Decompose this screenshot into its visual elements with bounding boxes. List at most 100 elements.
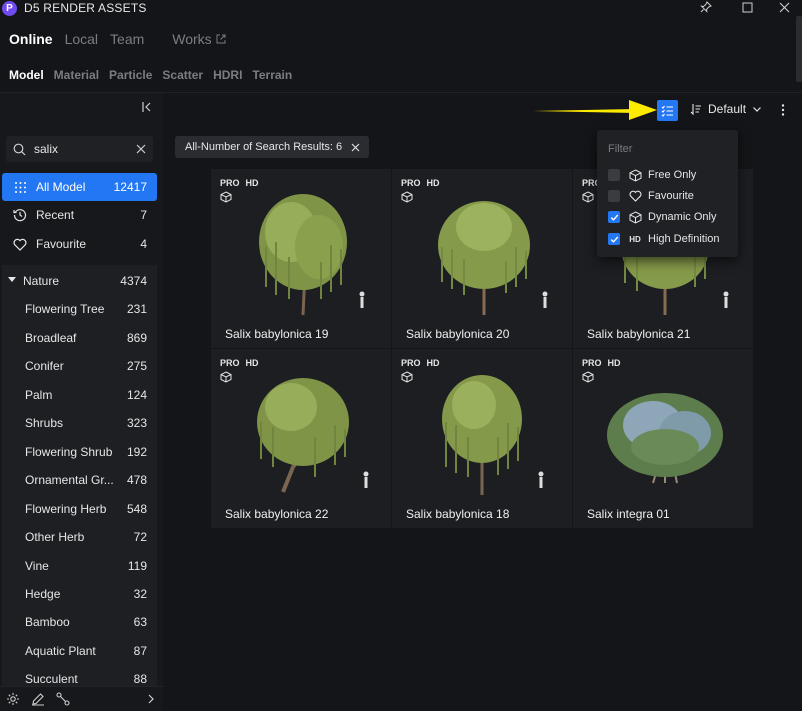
tab-terrain[interactable]: Terrain: [252, 68, 292, 82]
sort-label: Default: [708, 102, 747, 116]
window-scrollbar[interactable]: [796, 16, 802, 82]
collapse-sidebar-icon[interactable]: [140, 100, 154, 114]
tree-label: Aquatic Plant: [25, 644, 96, 658]
asset-name: Salix babylonica 22: [225, 507, 329, 521]
clock-history-icon: [13, 208, 27, 222]
tree-label: Vine: [25, 559, 49, 573]
grid-dots-icon: [13, 180, 27, 194]
nav-label: All Model: [36, 180, 86, 194]
edit-pen-icon[interactable]: [31, 692, 45, 706]
heart-icon: [13, 237, 27, 251]
tree-count: 72: [133, 530, 147, 544]
tree-count: 231: [126, 302, 147, 316]
tab-scatter[interactable]: Scatter: [162, 68, 203, 82]
willow-tree-thumbnail: [438, 201, 548, 315]
dynamic-cube-icon: [628, 210, 642, 224]
tree-count: 63: [133, 615, 147, 629]
tab-hdri[interactable]: HDRI: [213, 68, 242, 82]
tree-item[interactable]: Vine 119: [2, 552, 157, 580]
filter-option-high-definition[interactable]: HD High Definition: [608, 231, 720, 247]
tab-works-label: Works: [172, 31, 212, 47]
nav-count: 7: [140, 208, 147, 222]
nav-recent[interactable]: Recent 7: [2, 201, 157, 229]
tab-model[interactable]: Model: [9, 68, 44, 82]
sort-dropdown[interactable]: Default: [690, 102, 762, 116]
tree-label: Bamboo: [25, 615, 70, 629]
tab-particle[interactable]: Particle: [109, 68, 152, 82]
tree-item[interactable]: Palm 124: [2, 381, 157, 409]
filter-button[interactable]: [657, 100, 678, 121]
tree-item[interactable]: Ornamental Gr... 478: [2, 466, 157, 494]
sort-icon: [690, 104, 701, 115]
chevron-right-icon[interactable]: [144, 692, 158, 706]
tree-count: 119: [127, 559, 147, 573]
filter-option-label: Favourite: [648, 190, 694, 202]
maximize-icon[interactable]: [740, 0, 754, 14]
nav-label: Recent: [36, 208, 75, 222]
tab-team[interactable]: Team: [110, 31, 144, 47]
willow-tree-thumbnail: [442, 375, 544, 495]
close-icon[interactable]: [351, 143, 360, 152]
checkbox[interactable]: [608, 190, 620, 202]
filter-option-favourite[interactable]: Favourite: [608, 188, 694, 204]
filter-menu: Filter Free Only Favourite Dynamic Only …: [597, 130, 738, 257]
asset-name: Salix babylonica 19: [225, 327, 329, 341]
settings-gear-icon[interactable]: [6, 692, 20, 706]
asset-name: Salix babylonica 21: [587, 327, 691, 341]
asset-card[interactable]: PRO HD Salix babylonica 18: [392, 349, 572, 528]
sidebar: All Model 12417 Recent 7 Favourite 4 Nat…: [0, 93, 163, 711]
tree-count: 88: [133, 672, 147, 686]
asset-name: Salix babylonica 20: [406, 327, 510, 341]
heart-icon: [628, 189, 642, 203]
app-logo: P: [2, 0, 17, 16]
tree-count: 275: [126, 359, 147, 373]
tree-item[interactable]: Aquatic Plant 87: [2, 637, 157, 665]
tree-count: 869: [126, 331, 147, 345]
tree-item[interactable]: Conifer 275: [2, 352, 157, 380]
tree-item[interactable]: Flowering Herb 548: [2, 495, 157, 523]
sidebar-bottom-bar: [0, 686, 163, 711]
filter-option-label: Dynamic Only: [648, 211, 717, 223]
close-window-icon[interactable]: [777, 0, 791, 14]
tree-label: Conifer: [25, 359, 64, 373]
checkbox-checked[interactable]: [608, 233, 620, 245]
tree-count: 4374: [120, 274, 147, 288]
app-title: D5 RENDER ASSETS: [24, 1, 147, 15]
pin-icon[interactable]: [699, 0, 713, 14]
tree-item[interactable]: Other Herb 72: [2, 523, 157, 551]
filter-list-icon: [661, 105, 673, 117]
tree-item[interactable]: Broadleaf 869: [2, 324, 157, 352]
checkbox[interactable]: [608, 169, 620, 181]
tree-count: 124: [126, 388, 147, 402]
tree-item[interactable]: Shrubs 323: [2, 409, 157, 437]
asset-card[interactable]: PRO HD Salix babylonica 19: [211, 169, 391, 348]
tab-online[interactable]: Online: [9, 31, 53, 47]
tree-item[interactable]: Flowering Tree 231: [2, 295, 157, 323]
filter-option-dynamic-only[interactable]: Dynamic Only: [608, 209, 716, 225]
node-connect-icon[interactable]: [56, 692, 70, 706]
clear-search-icon[interactable]: [135, 143, 147, 155]
nav-all-model[interactable]: All Model 12417: [2, 173, 157, 201]
tree-item[interactable]: Hedge 32: [2, 580, 157, 608]
search-input[interactable]: [34, 142, 130, 156]
tree-item[interactable]: Flowering Shrub 192: [2, 438, 157, 466]
more-vertical-icon[interactable]: [777, 103, 789, 117]
checkbox-checked[interactable]: [608, 211, 620, 223]
category-tabs: Model Material Particle Scatter HDRI Ter…: [9, 68, 302, 82]
asset-card[interactable]: PRO HD Salix babylonica 22: [211, 349, 391, 528]
tree-item[interactable]: Bamboo 63: [2, 608, 157, 636]
asset-card[interactable]: PRO HD Salix babylonica 20: [392, 169, 572, 348]
tree-label: Palm: [25, 388, 53, 402]
caret-down-icon[interactable]: [8, 277, 16, 282]
asset-card[interactable]: PRO HD Salix integra 01: [573, 349, 753, 528]
nav-favourite[interactable]: Favourite 4: [2, 230, 157, 258]
tab-local[interactable]: Local: [65, 31, 98, 47]
tab-works[interactable]: Works: [172, 31, 226, 47]
tree-label: Flowering Tree: [25, 302, 105, 316]
filter-option-free-only[interactable]: Free Only: [608, 167, 696, 183]
external-link-icon: [216, 34, 226, 44]
shrub-thumbnail: [607, 393, 723, 484]
tree-nature[interactable]: Nature 4374: [2, 267, 157, 295]
top-tabs: Online Local Team Works: [9, 31, 238, 47]
tab-material[interactable]: Material: [54, 68, 99, 82]
